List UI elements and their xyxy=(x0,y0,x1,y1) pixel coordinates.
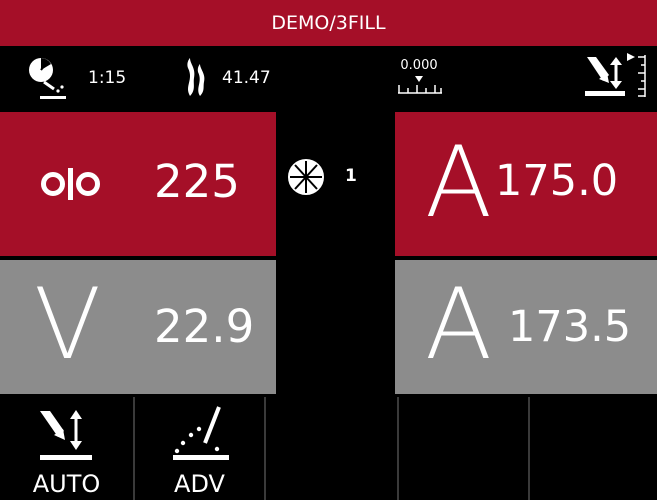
voltage-unit-letter: V xyxy=(34,268,102,382)
softkey-5[interactable] xyxy=(530,397,657,500)
mode-title: DEMO/3FILL xyxy=(271,12,386,34)
amperage-preset-value: 175.0 xyxy=(495,156,619,206)
softkey-3[interactable] xyxy=(266,397,399,500)
procedure-wheel-icon[interactable] xyxy=(286,157,326,197)
softkey-4[interactable] xyxy=(399,397,530,500)
amperage-actual-panel[interactable]: A 173.5 xyxy=(395,260,657,394)
heat-input-readout: 41.47 xyxy=(222,68,271,88)
amperage-unit-letter: A xyxy=(425,126,493,240)
softkey-auto-label: AUTO xyxy=(32,470,101,498)
softkey-adv-label: ADV xyxy=(174,470,225,498)
amperage-preset-panel[interactable]: A 175.0 xyxy=(395,112,657,256)
wire-feed-speed-value: 225 xyxy=(154,155,240,208)
voltage-panel[interactable]: V 22.9 xyxy=(0,260,276,394)
heat-input-icon xyxy=(184,56,208,98)
procedure-number: 1 xyxy=(345,166,357,186)
wire-feed-adjust-icon[interactable] xyxy=(583,51,649,103)
arc-timer-icon xyxy=(24,56,70,100)
wire-feed-speed-icon xyxy=(40,165,102,203)
title-bar: DEMO/3FILL xyxy=(0,0,657,46)
softkey-adv[interactable]: ADV xyxy=(135,397,266,500)
amperage-actual-value: 173.5 xyxy=(508,302,632,352)
wire-feed-speed-panel[interactable]: 225 xyxy=(0,112,276,256)
voltage-value: 22.9 xyxy=(154,300,255,353)
amperage-actual-unit-letter: A xyxy=(425,268,493,382)
travel-scale-icon xyxy=(396,74,444,96)
advanced-arc-icon xyxy=(171,403,231,465)
softkey-auto[interactable]: AUTO xyxy=(0,397,135,500)
auto-wire-icon xyxy=(38,405,96,465)
arc-time-readout: 1:15 xyxy=(88,68,127,88)
travel-readout: 0.000 xyxy=(400,58,438,73)
softkey-bar: AUTO ADV xyxy=(0,397,657,500)
status-bar: 1:15 41.47 0.000 xyxy=(0,46,657,109)
